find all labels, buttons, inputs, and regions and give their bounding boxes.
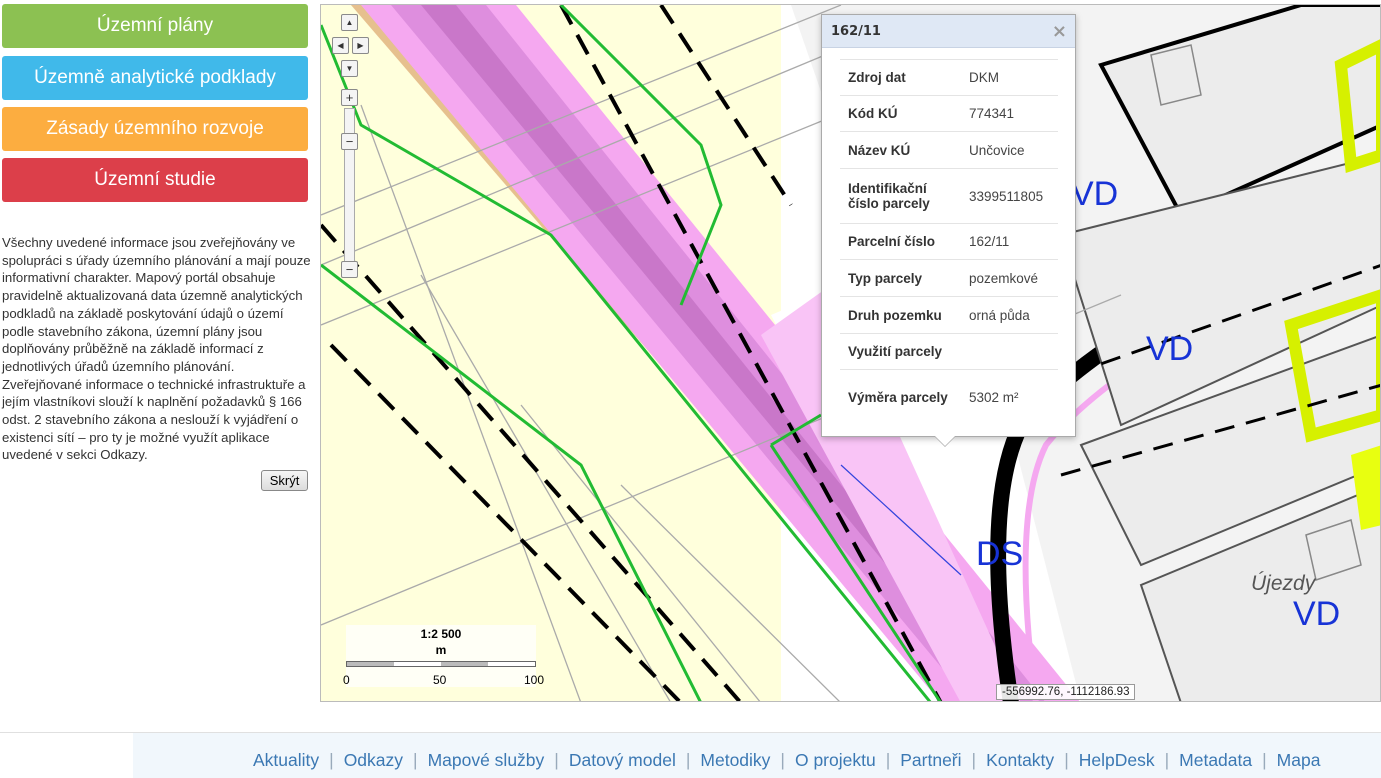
footer-link[interactable]: Mapa	[1277, 750, 1321, 770]
footer-link[interactable]: Partneři	[900, 750, 961, 770]
uzemni-plany-button[interactable]: Územní plány	[2, 4, 308, 48]
footer-nav: Aktuality | Odkazy | Mapové služby | Datový mo…	[253, 750, 1320, 771]
popup-row-key: Identifikační číslo parcely	[840, 168, 961, 224]
zoom-out-button[interactable]: −	[341, 261, 358, 278]
footer-separator: |	[329, 750, 334, 770]
uzemni-studie-button[interactable]: Územní studie	[2, 158, 308, 202]
close-icon[interactable]: ×	[1052, 21, 1067, 42]
footer-link[interactable]: Datový model	[569, 750, 676, 770]
popup-row-key: Kód KÚ	[840, 95, 961, 132]
popup-row-value: 774341	[961, 95, 1058, 132]
zoom-slider[interactable]	[344, 108, 355, 262]
popup-row: Název KÚ Unčovice	[840, 131, 1058, 169]
popup-row-key: Druh pozemku	[840, 296, 961, 334]
footer-separator: |	[1164, 750, 1170, 770]
popup-row-value: DKM	[961, 59, 1058, 96]
popup-pointer-fill	[935, 436, 955, 446]
popup-header: 162/11 ×	[822, 15, 1075, 48]
pan-left-button[interactable]: ◀	[332, 37, 349, 54]
popup-row-key: Název KÚ	[840, 131, 961, 169]
map-label-vd-1: VD	[1071, 175, 1118, 213]
zasady-uzemniho-rozvoje-button[interactable]: Zásady územního rozvoje	[2, 107, 308, 151]
popup-row: Parcelní číslo 162/11	[840, 223, 1058, 260]
popup-row: Identifikační číslo parcely 3399511805	[840, 168, 1058, 224]
uzemne-analyticke-podklady-button[interactable]: Územně analytické podklady	[2, 56, 308, 100]
map-label-ujezdy: Újezdy	[1251, 572, 1317, 595]
footer-link[interactable]: Mapové služby	[428, 750, 545, 770]
footer: Aktuality | Odkazy | Mapové služby | Datový mo…	[0, 732, 1381, 778]
pan-down-button[interactable]: ▼	[341, 60, 358, 77]
map-label-ds: DS	[976, 535, 1023, 573]
scale-unit: m	[435, 643, 447, 657]
footer-link[interactable]: Odkazy	[344, 750, 403, 770]
footer-link[interactable]: HelpDesk	[1079, 750, 1155, 770]
popup-row-value: pozemkové	[961, 259, 1058, 297]
footer-separator: |	[885, 750, 891, 770]
info-text: Všechny uvedené informace jsou zveřejňov…	[2, 235, 311, 463]
footer-separator: |	[554, 750, 559, 770]
footer-link[interactable]: Metadata	[1179, 750, 1252, 770]
popup-row: Typ parcely pozemkové	[840, 259, 1058, 297]
popup-row-value	[961, 333, 1058, 370]
popup-row-key: Typ parcely	[840, 259, 961, 297]
pan-right-button[interactable]: ▶	[352, 37, 369, 54]
popup-row-key: Výměra parcely	[840, 369, 961, 425]
footer-separator: |	[685, 750, 691, 770]
popup-row-value: 5302 m²	[961, 369, 1058, 425]
scale-bar: 1:2 500 m 0 50 100	[343, 625, 544, 687]
coordinates-readout: -556992.76, -1112186.93	[996, 684, 1136, 700]
footer-separator: |	[1064, 750, 1069, 770]
scale-tick-0: 0	[343, 673, 350, 687]
popup-row: Druh pozemku orná půda	[840, 296, 1058, 334]
parcel-info-table: Zdroj dat DKM Kód KÚ 774341 Název KÚ Unčovice…	[840, 59, 1058, 425]
popup-row-key: Parcelní číslo	[840, 223, 961, 260]
popup-row-value: orná půda	[961, 296, 1058, 334]
scale-ruler	[346, 661, 536, 667]
popup-row-value: 3399511805	[961, 168, 1058, 224]
popup-row-value: Unčovice	[961, 131, 1058, 169]
zoom-in-button[interactable]: +	[341, 89, 358, 106]
footer-link[interactable]: Aktuality	[253, 750, 319, 770]
scale-tick-50: 50	[433, 673, 447, 687]
footer-separator: |	[1262, 750, 1267, 770]
popup-row: Kód KÚ 774341	[840, 95, 1058, 132]
popup-row: Výměra parcely 5302 m²	[840, 369, 1058, 425]
map-label-vd-3: VD	[1293, 595, 1340, 633]
popup-title: 162/11	[831, 23, 881, 39]
footer-separator: |	[780, 750, 785, 770]
map-label-vd-2: VD	[1146, 330, 1193, 368]
scale-tick-100: 100	[524, 673, 545, 687]
parcel-info-popup: 162/11 × Zdroj dat DKM Kód KÚ 774341 Název K…	[821, 14, 1076, 447]
scale-ratio: 1:2 500	[420, 627, 462, 641]
footer-separator: |	[413, 750, 418, 770]
popup-row-key: Využití parcely	[840, 333, 961, 370]
footer-link[interactable]: Kontakty	[986, 750, 1054, 770]
popup-row: Využití parcely	[840, 333, 1058, 370]
footer-separator: |	[971, 750, 977, 770]
footer-link[interactable]: Metodiky	[700, 750, 770, 770]
map-view[interactable]: VD VD DS VD Újezdy ▲ ◀ ▶ ▼ + − − 1:2 500…	[320, 4, 1381, 702]
footer-link[interactable]: O projektu	[795, 750, 876, 770]
pan-up-button[interactable]: ▲	[341, 14, 358, 31]
popup-row: Zdroj dat DKM	[840, 59, 1058, 96]
hide-button[interactable]: Skrýt	[261, 470, 308, 491]
zoom-handle[interactable]: −	[341, 133, 358, 150]
popup-row-key: Zdroj dat	[840, 59, 961, 96]
popup-row-value: 162/11	[961, 223, 1058, 260]
